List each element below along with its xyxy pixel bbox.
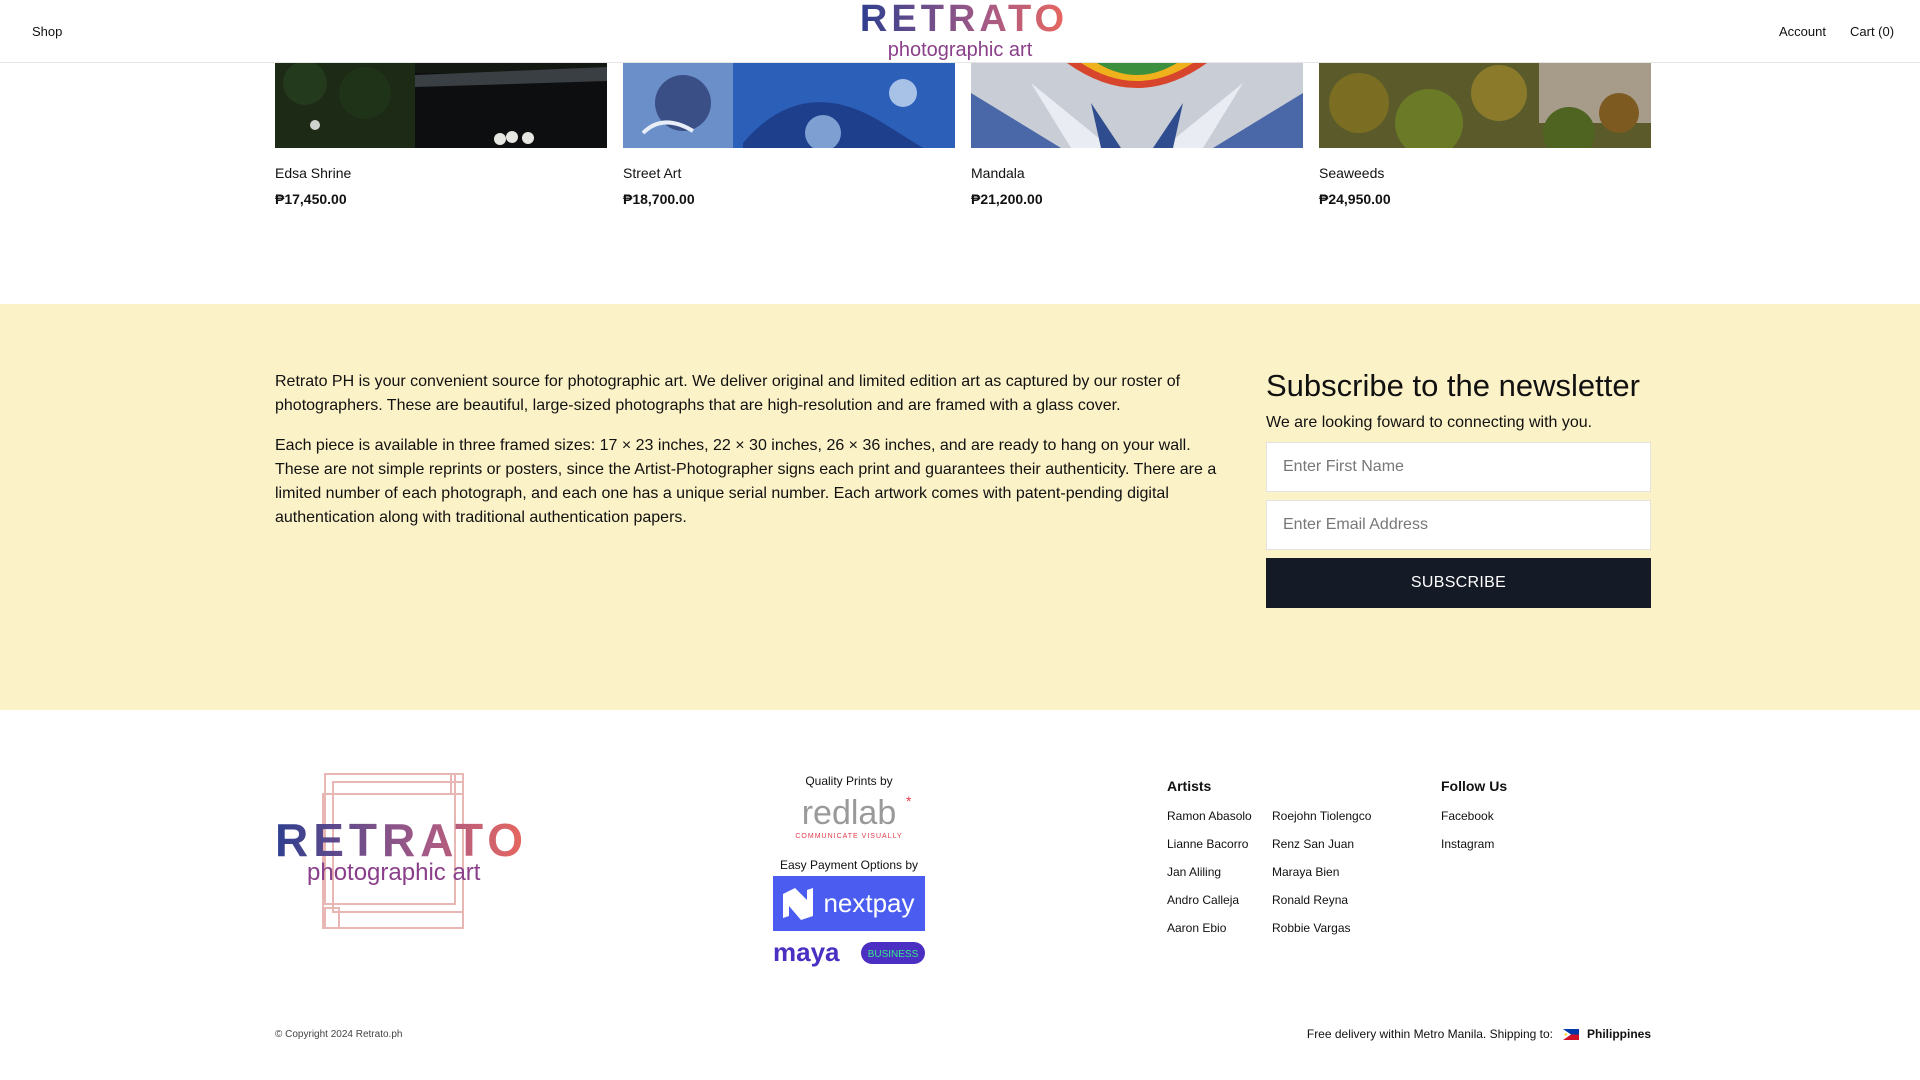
product-card-seaweeds[interactable]: Seaweeds ₱24,950.00 bbox=[1319, 63, 1651, 207]
logo-tagline: photographic art bbox=[888, 39, 1033, 61]
newsletter-form: Subscribe to the newsletter We are looki… bbox=[1266, 368, 1651, 608]
artist-link[interactable]: Andro Calleja bbox=[1167, 893, 1252, 921]
site-header: Shop RETRATO photographic art Account Ca… bbox=[0, 0, 1920, 63]
artist-link[interactable]: Jan Aliling bbox=[1167, 865, 1252, 893]
first-name-input[interactable] bbox=[1266, 442, 1651, 492]
footer-logo-tagline: photographic art bbox=[307, 859, 481, 886]
nav-cart-link[interactable]: Cart (0) bbox=[1850, 24, 1894, 39]
redlab-asterisk-icon: * bbox=[906, 794, 912, 809]
nextpay-name: nextpay bbox=[823, 888, 914, 918]
about-paragraph-2: Each piece is available in three framed … bbox=[275, 437, 1217, 526]
artist-link[interactable]: Ronald Reyna bbox=[1272, 893, 1371, 921]
product-card-edsa-shrine[interactable]: Edsa Shrine ₱17,450.00 bbox=[275, 61, 607, 207]
artist-link[interactable]: Renz San Juan bbox=[1272, 837, 1371, 865]
copyright-text: © Copyright 2024 Retrato.ph bbox=[275, 1029, 403, 1040]
product-card-mandala[interactable]: Mandala ₱21,200.00 bbox=[971, 63, 1303, 207]
nextpay-mark-icon bbox=[783, 888, 813, 920]
about-paragraph-1: Retrato PH is your convenient source for… bbox=[275, 373, 1181, 414]
follow-us-heading: Follow Us bbox=[1441, 778, 1508, 794]
product-grid: Edsa Shrine ₱17,450.00 Street Art ₱18,70… bbox=[275, 61, 1651, 207]
nav-shop-link[interactable]: Shop bbox=[32, 24, 62, 39]
redlab-name: redlab bbox=[802, 794, 897, 832]
product-price: ₱21,200.00 bbox=[971, 191, 1043, 207]
retrato-header-logo[interactable]: RETRATO photographic art bbox=[846, 0, 1082, 63]
partners-block: Quality Prints by redlab * COMMUNICATE V… bbox=[760, 774, 938, 967]
product-image-seaweeds[interactable] bbox=[1319, 63, 1651, 159]
artists-list-col-1: Ramon Abasolo Lianne Bacorro Jan Aliling… bbox=[1167, 809, 1252, 949]
artist-link[interactable]: Lianne Bacorro bbox=[1167, 837, 1252, 865]
shipping-country-selector[interactable]: Philippines bbox=[1587, 1027, 1651, 1041]
newsletter-subtitle: We are looking foward to connecting with… bbox=[1266, 414, 1593, 431]
instagram-link[interactable]: Instagram bbox=[1441, 837, 1494, 865]
artist-link[interactable]: Robbie Vargas bbox=[1272, 921, 1371, 949]
redlab-tagline: COMMUNICATE VISUALLY bbox=[795, 833, 902, 840]
product-name[interactable]: Mandala bbox=[971, 165, 1303, 181]
shipping-info: Free delivery within Metro Manila. Shipp… bbox=[1307, 1027, 1651, 1041]
social-links: Facebook Instagram bbox=[1441, 809, 1494, 865]
product-image-street-art[interactable] bbox=[623, 63, 955, 151]
artist-link[interactable]: Ramon Abasolo bbox=[1167, 809, 1252, 837]
newsletter-title: Subscribe to the newsletter bbox=[1266, 368, 1640, 403]
subscribe-button[interactable]: SUBSCRIBE bbox=[1266, 558, 1651, 608]
logo-word: RETRATO bbox=[860, 0, 1068, 40]
artists-heading: Artists bbox=[1167, 778, 1212, 794]
product-price: ₱24,950.00 bbox=[1319, 191, 1391, 207]
shipping-text: Free delivery within Metro Manila. Shipp… bbox=[1306, 1027, 1553, 1041]
product-price: ₱18,700.00 bbox=[623, 191, 695, 207]
maya-business-logo[interactable]: maya BUSINESS bbox=[773, 939, 925, 967]
product-price: ₱17,450.00 bbox=[275, 191, 347, 207]
product-name[interactable]: Edsa Shrine bbox=[275, 165, 607, 181]
quality-prints-caption: Quality Prints by bbox=[805, 774, 893, 788]
product-image-edsa-shrine[interactable] bbox=[275, 61, 607, 148]
nav-account-link[interactable]: Account bbox=[1779, 24, 1826, 39]
product-image-mandala[interactable] bbox=[971, 63, 1303, 148]
product-card-street-art[interactable]: Street Art ₱18,700.00 bbox=[623, 63, 955, 207]
about-text: Retrato PH is your convenient source for… bbox=[275, 370, 1235, 546]
product-name[interactable]: Street Art bbox=[623, 165, 955, 181]
facebook-link[interactable]: Facebook bbox=[1441, 809, 1494, 837]
artist-link[interactable]: Roejohn Tiolengco bbox=[1272, 809, 1371, 837]
nextpay-logo[interactable]: nextpay bbox=[773, 876, 925, 931]
redlab-logo[interactable]: redlab * COMMUNICATE VISUALLY bbox=[784, 794, 914, 844]
about-newsletter-section: Retrato PH is your convenient source for… bbox=[0, 304, 1920, 710]
artist-link[interactable]: Maraya Bien bbox=[1272, 865, 1371, 893]
maya-badge: BUSINESS bbox=[868, 949, 919, 960]
email-input[interactable] bbox=[1266, 500, 1651, 550]
artists-list-col-2: Roejohn Tiolengco Renz San Juan Maraya B… bbox=[1272, 809, 1371, 949]
product-name[interactable]: Seaweeds bbox=[1319, 165, 1651, 181]
philippines-flag-icon[interactable] bbox=[1562, 1028, 1579, 1040]
maya-name: maya bbox=[773, 939, 840, 967]
payment-options-caption: Easy Payment Options by bbox=[779, 858, 919, 872]
retrato-footer-logo[interactable]: RETRATO photographic art bbox=[275, 772, 533, 932]
artist-link[interactable]: Aaron Ebio bbox=[1167, 921, 1252, 949]
